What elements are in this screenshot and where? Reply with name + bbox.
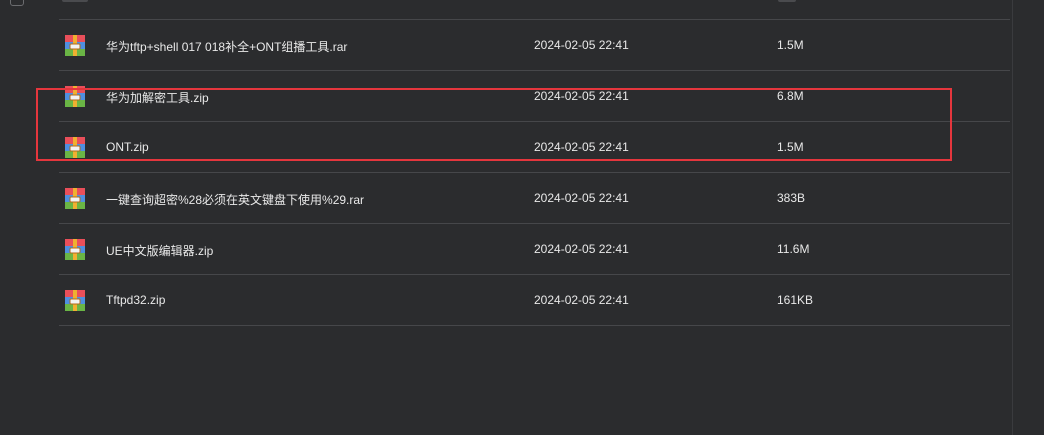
column-header: [0, 0, 1010, 19]
file-date: 2024-02-05 22:41: [534, 293, 629, 307]
file-date: 2024-02-05 22:41: [534, 191, 629, 205]
file-size: 6.8M: [777, 89, 804, 103]
archive-icon: [65, 188, 85, 209]
file-row[interactable]: Tftpd32.zip 2024-02-05 22:41 161KB: [59, 275, 1010, 325]
archive-icon: [65, 137, 85, 158]
file-name[interactable]: UE中文版编辑器.zip: [106, 242, 213, 259]
file-size: 1.5M: [777, 140, 804, 154]
file-date: 2024-02-05 22:41: [534, 242, 629, 256]
file-row[interactable]: 一键查询超密%28必须在英文键盘下使用%29.rar 2024-02-05 22…: [59, 173, 1010, 223]
archive-icon: [65, 290, 85, 311]
file-row[interactable]: 华为tftp+shell 017 018补全+ONT组播工具.rar 2024-…: [59, 20, 1010, 70]
file-name[interactable]: 华为tftp+shell 017 018补全+ONT组播工具.rar: [106, 38, 347, 55]
archive-icon: [65, 86, 85, 107]
file-name[interactable]: Tftpd32.zip: [106, 293, 165, 307]
file-date: 2024-02-05 22:41: [534, 38, 629, 52]
file-size: 11.6M: [777, 242, 810, 256]
file-row[interactable]: 华为加解密工具.zip 2024-02-05 22:41 6.8M: [59, 71, 1010, 121]
file-name[interactable]: 华为加解密工具.zip: [106, 89, 209, 106]
file-list-panel: 华为tftp+shell 017 018补全+ONT组播工具.rar 2024-…: [0, 0, 1044, 435]
file-row[interactable]: ONT.zip 2024-02-05 22:41 1.5M: [59, 122, 1010, 172]
file-row[interactable]: UE中文版编辑器.zip 2024-02-05 22:41 11.6M: [59, 224, 1010, 274]
file-size: 161KB: [777, 293, 814, 307]
scrollbar-track[interactable]: [1012, 0, 1044, 435]
file-name[interactable]: 一键查询超密%28必须在英文键盘下使用%29.rar: [106, 191, 364, 208]
scrollbar-edge: [1012, 0, 1013, 435]
archive-icon: [65, 35, 85, 56]
archive-icon: [65, 239, 85, 260]
file-name[interactable]: ONT.zip: [106, 140, 149, 154]
file-date: 2024-02-05 22:41: [534, 89, 629, 103]
file-date: 2024-02-05 22:41: [534, 140, 629, 154]
size-column-header[interactable]: [778, 0, 796, 2]
name-column-header[interactable]: [62, 0, 88, 2]
file-size: 383B: [777, 191, 806, 205]
file-size: 1.5M: [777, 38, 804, 52]
row-divider: [59, 325, 1010, 326]
select-all-checkbox[interactable]: [10, 0, 24, 6]
